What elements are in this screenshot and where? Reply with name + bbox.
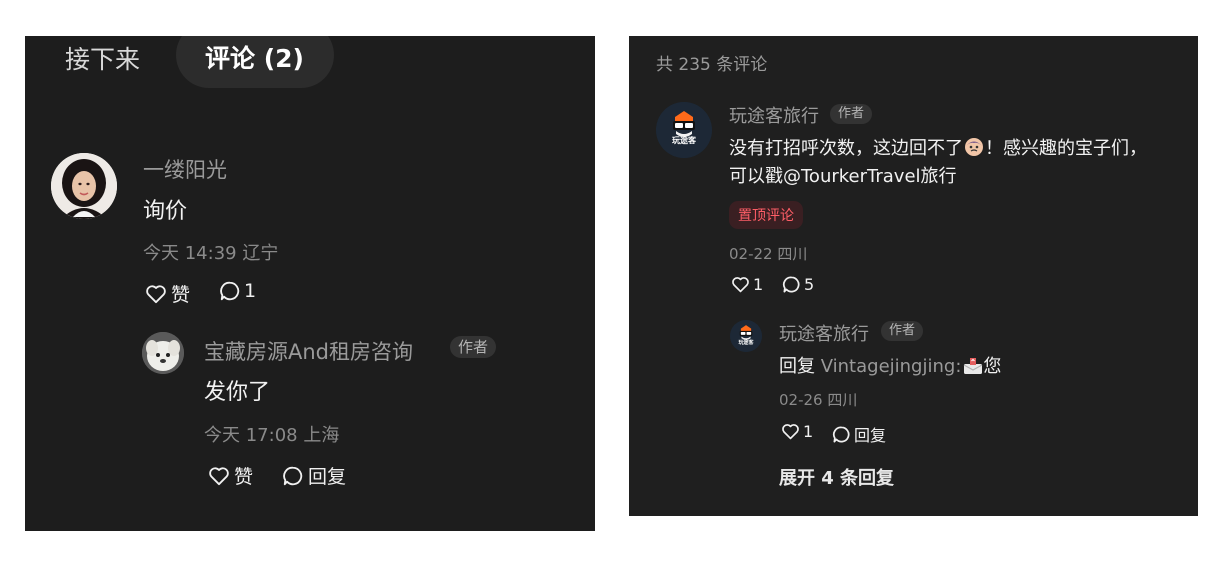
reply-button[interactable]: 回复	[832, 422, 886, 446]
comment-total: 共 235 条评论	[656, 55, 768, 75]
comment-username[interactable]: 一缕阳光	[143, 154, 227, 184]
reply-date: 02-26 四川	[779, 391, 858, 409]
reply-count-button[interactable]: 1	[219, 280, 256, 302]
like-button[interactable]: 赞	[145, 280, 190, 307]
comment-text: 询价	[143, 199, 188, 224]
author-tag: 作者	[881, 321, 924, 341]
reply-count: 5	[804, 275, 815, 294]
like-label: 赞	[171, 284, 191, 306]
heart-icon	[731, 276, 750, 293]
comment-text-line1: 没有打招呼次数，这边回不了 ！感兴趣的宝子们，	[729, 134, 1147, 162]
emoji-face-icon	[964, 137, 984, 162]
reply-count-button[interactable]: 5	[782, 275, 814, 294]
comments-panel-left: 接下来 评论 (2) 一缕阳光 询价 今天 14:39 辽宁 赞 1 宝藏房源A…	[25, 36, 595, 531]
avatar[interactable]: 玩途客	[730, 320, 762, 352]
like-count: 1	[753, 275, 764, 294]
comments-panel-right: 共 235 条评论 玩途客 玩途客旅行 作者 没有打招呼次数，这边回不了 ！感兴趣…	[629, 36, 1198, 516]
envelope-emoji-icon	[963, 357, 983, 380]
avatar-text: 玩途客	[738, 340, 754, 346]
reply-username[interactable]: 宝藏房源And租房咨询	[204, 336, 413, 366]
reply-timestamp: 今天 17:08 上海	[204, 425, 340, 446]
comment-username[interactable]: 玩途客旅行	[729, 102, 819, 128]
comment-bubble-icon	[832, 425, 851, 444]
comment-timestamp: 今天 14:39 辽宁	[143, 243, 279, 264]
avatar[interactable]: 玩途客	[656, 102, 712, 158]
like-label: 赞	[234, 466, 254, 488]
comment-text-part1: 没有打招呼次数，这边回不了	[729, 138, 963, 159]
reply-label: 回复	[308, 466, 347, 488]
reply-button[interactable]: 回复	[282, 462, 346, 489]
like-button[interactable]: 1	[731, 275, 763, 294]
reply-prefix: 回复	[779, 356, 815, 377]
author-tag: 作者	[830, 104, 873, 124]
comment-bubble-icon	[782, 275, 801, 294]
comment-text-line2: 可以戳@TourkerTravel旅行	[729, 166, 957, 187]
comment-text-part2: ！感兴趣的宝子们，	[985, 138, 1147, 159]
like-button[interactable]: 1	[781, 422, 813, 441]
comment-date: 02-22 四川	[729, 245, 808, 263]
tab-comments[interactable]: 评论 (2)	[205, 39, 304, 75]
heart-icon	[781, 423, 800, 440]
reply-to-username[interactable]: Vintagejingjing:	[821, 356, 962, 377]
like-button[interactable]: 赞	[208, 462, 253, 489]
comment-bubble-icon	[282, 465, 304, 487]
reply-count: 1	[244, 280, 257, 302]
heart-icon	[208, 466, 230, 486]
expand-replies-button[interactable]: 展开 4 条回复	[779, 464, 894, 490]
avatar[interactable]	[142, 332, 184, 374]
reply-text: 回复 Vintagejingjing: 您	[779, 352, 1001, 380]
author-tag: 作者	[450, 336, 497, 358]
avatar[interactable]	[51, 153, 117, 219]
pinned-comment-tag: 置顶评论	[729, 201, 803, 229]
reply-username[interactable]: 玩途客旅行	[779, 320, 869, 346]
avatar-text: 玩途客	[672, 136, 696, 145]
like-count: 1	[803, 422, 814, 441]
reply-text-end: 您	[983, 356, 1002, 377]
reply-label: 回复	[854, 426, 887, 445]
comment-bubble-icon	[219, 280, 241, 302]
reply-text: 发你了	[204, 380, 271, 405]
tab-next[interactable]: 接下来	[65, 40, 140, 76]
heart-icon	[145, 284, 167, 304]
